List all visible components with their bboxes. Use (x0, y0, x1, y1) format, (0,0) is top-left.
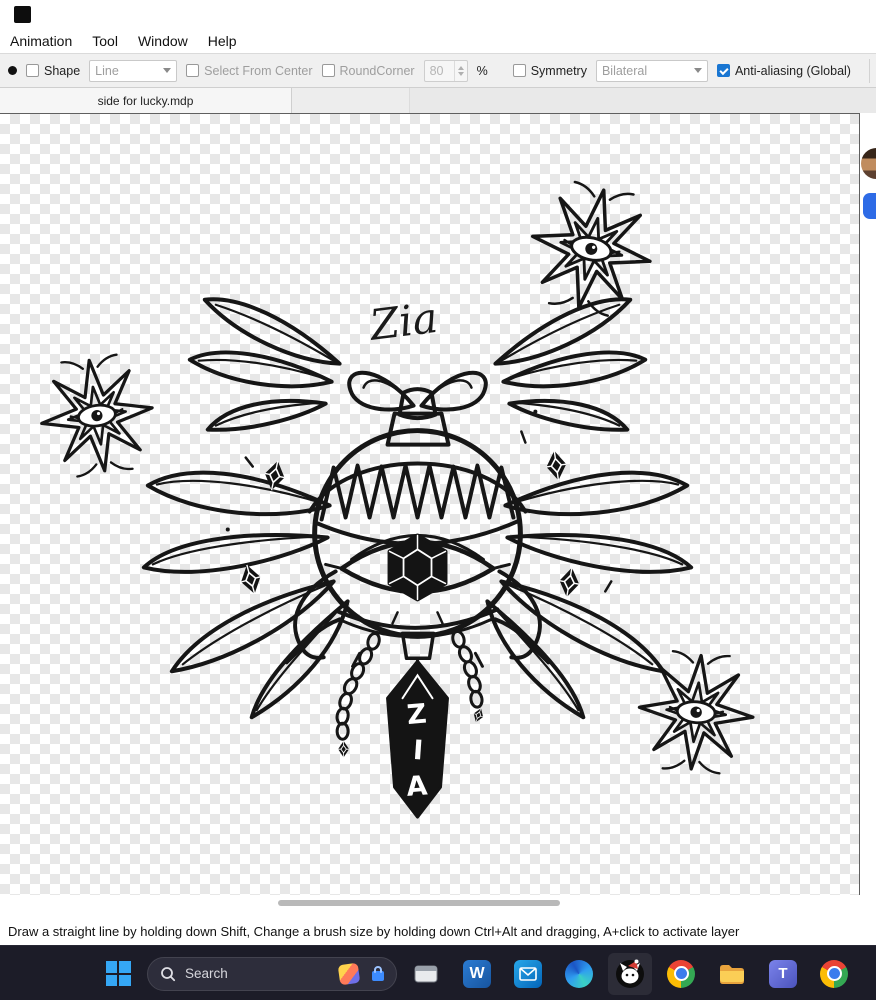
antialiasing-checkbox[interactable] (716, 64, 730, 77)
roundcorner-label: RoundCorner (339, 63, 415, 78)
search-highlight-icon[interactable] (337, 962, 361, 985)
edge-icon (565, 959, 593, 988)
select-from-center-group[interactable]: Select From Center (186, 63, 313, 78)
menubar: Animation Tool Window Help (0, 28, 876, 53)
roundcorner-checkbox[interactable] (321, 64, 335, 77)
select-from-center-label: Select From Center (204, 63, 313, 78)
menu-window[interactable]: Window (128, 33, 198, 49)
toolbar-separator (868, 58, 870, 83)
shopping-bag-icon[interactable] (368, 964, 388, 984)
roundcorner-spinbox[interactable]: 80 (423, 59, 468, 82)
taskbar-chrome-2[interactable] (812, 953, 856, 995)
document-tabbar: side for lucky.mdp (0, 88, 876, 113)
teams-glyph: T (778, 965, 788, 982)
roundcorner-value: 80 (429, 63, 444, 78)
roundcorner-group[interactable]: RoundCorner (321, 63, 415, 78)
outlook-icon (514, 959, 542, 988)
taskbar-search[interactable]: Search (147, 956, 397, 991)
right-edge-gutter (860, 113, 876, 895)
spinner-arrows-icon[interactable] (453, 60, 467, 81)
tab-side-for-lucky[interactable]: side for lucky.mdp (0, 88, 292, 113)
horizontal-scrollbar[interactable] (0, 895, 876, 911)
taskbar-outlook[interactable] (506, 953, 550, 995)
chrome-icon (820, 959, 848, 988)
taskbar-word[interactable]: W (455, 953, 499, 995)
start-button[interactable] (96, 953, 140, 995)
taskbar-file-explorer[interactable] (710, 953, 754, 995)
menu-help[interactable]: Help (198, 33, 247, 49)
shape-checkbox-group[interactable]: Shape (26, 64, 80, 78)
cat-paint-app-icon (616, 959, 644, 988)
shape-type-value: Line (95, 63, 119, 78)
app-window-icon (414, 965, 438, 982)
crystal-pendant: Z I A (386, 659, 449, 819)
select-from-center-checkbox[interactable] (186, 64, 200, 77)
window-top-strip (0, 0, 876, 28)
roundcorner-unit: % (476, 63, 488, 78)
teams-icon: T (769, 959, 797, 988)
avatar[interactable] (861, 148, 876, 179)
crystal-letter: A (405, 770, 428, 802)
windows-logo-icon (105, 961, 131, 986)
search-icon (161, 966, 176, 981)
antialiasing-label: Anti-aliasing (Global) (734, 63, 851, 78)
search-label: Search (185, 966, 228, 981)
workspace: Z I A Zia (0, 113, 876, 895)
tab-title: side for lucky.mdp (97, 93, 194, 108)
canvas-artwork: Z I A Zia (0, 114, 859, 819)
folder-icon (720, 964, 744, 984)
word-glyph: W (469, 964, 485, 982)
shape-label: Shape (44, 63, 81, 78)
symmetry-label: Symmetry (530, 63, 587, 78)
edge-widget-icon[interactable] (863, 193, 876, 219)
taskbar-paint-app[interactable] (608, 952, 652, 995)
crystal-letter: I (412, 735, 424, 767)
menu-tool[interactable]: Tool (82, 33, 128, 49)
menu-animation[interactable]: Animation (0, 33, 82, 49)
chevron-down-icon (163, 68, 172, 73)
taskbar-app-window[interactable] (404, 953, 448, 995)
taskbar-teams[interactable]: T (761, 953, 805, 995)
chevron-down-icon (693, 68, 702, 73)
crystal-letter: Z (406, 698, 428, 731)
symmetry-checkbox[interactable] (512, 64, 526, 77)
status-hint: Draw a straight line by holding down Shi… (8, 924, 740, 939)
taskbar: Search W T (0, 945, 876, 1000)
scrollbar-thumb[interactable] (278, 900, 560, 906)
taskbar-edge[interactable] (557, 953, 601, 995)
brush-dot-icon (8, 66, 17, 75)
tool-options-toolbar: Shape Line Select From Center RoundCorne… (0, 53, 876, 88)
drawing-canvas[interactable]: Z I A Zia (0, 113, 860, 895)
chrome-icon (667, 959, 695, 988)
symmetry-value: Bilateral (601, 63, 648, 78)
tabbar-extension (292, 88, 410, 113)
shape-checkbox[interactable] (26, 64, 39, 77)
word-icon: W (463, 959, 491, 988)
app-icon (14, 6, 31, 23)
symmetry-select[interactable]: Bilateral (595, 59, 708, 82)
taskbar-chrome[interactable] (659, 953, 703, 995)
antialiasing-group[interactable]: Anti-aliasing (Global) (716, 63, 851, 78)
symmetry-group[interactable]: Symmetry (512, 63, 587, 78)
artist-signature: Zia (365, 293, 440, 350)
statusbar: Draw a straight line by holding down Shi… (0, 911, 876, 945)
shape-type-select[interactable]: Line (89, 59, 178, 82)
